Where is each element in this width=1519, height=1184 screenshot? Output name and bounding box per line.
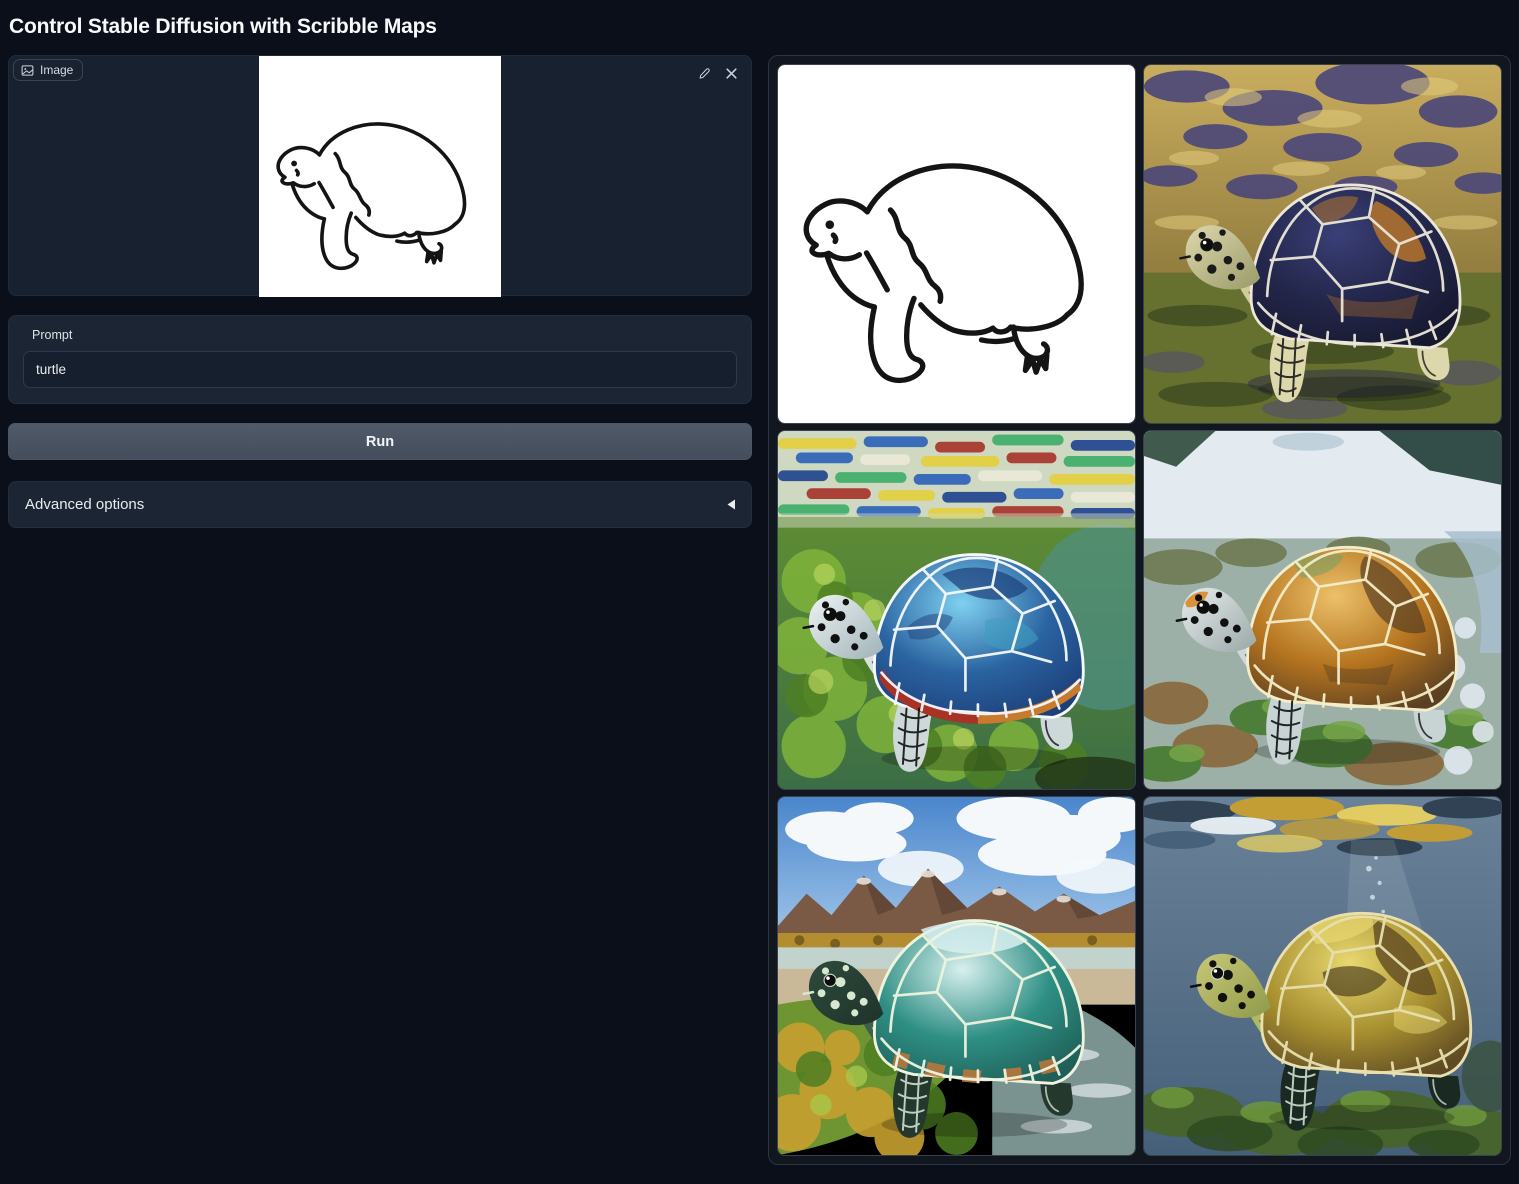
gallery-item-mountain-lake[interactable]	[777, 796, 1136, 1156]
scribble-canvas[interactable]	[259, 56, 501, 297]
main-layout: Image	[8, 55, 1511, 1165]
gallery-item-photo-golden-water[interactable]	[1143, 64, 1502, 424]
advanced-options-accordion[interactable]: Advanced options	[8, 481, 752, 528]
output-gallery	[768, 55, 1511, 1165]
gallery-item-underwater-gold[interactable]	[1143, 796, 1502, 1156]
image-input-label: Image	[13, 59, 83, 81]
gallery-item-rocks-stream[interactable]	[1143, 430, 1502, 790]
run-button[interactable]: Run	[8, 423, 752, 460]
image-toolbar	[698, 67, 738, 80]
prompt-input[interactable]	[23, 351, 737, 388]
input-column: Image	[8, 55, 752, 528]
pencil-icon	[698, 67, 711, 80]
clear-button[interactable]	[725, 67, 738, 80]
edit-button[interactable]	[698, 67, 711, 80]
advanced-options-label: Advanced options	[25, 496, 144, 513]
prompt-block: Prompt	[8, 315, 752, 404]
page-title: Control Stable Diffusion with Scribble M…	[9, 15, 1511, 38]
triangle-left-icon	[727, 499, 736, 510]
gallery-item-scribble[interactable]	[777, 64, 1136, 424]
image-input[interactable]: Image	[8, 55, 752, 296]
image-input-label-text: Image	[40, 63, 73, 77]
image-icon	[21, 64, 34, 77]
gallery-item-artistic-blue[interactable]	[777, 430, 1136, 790]
x-icon	[725, 67, 738, 80]
output-column	[768, 55, 1511, 1165]
app-page: Control Stable Diffusion with Scribble M…	[0, 0, 1519, 1165]
prompt-label: Prompt	[32, 328, 737, 342]
